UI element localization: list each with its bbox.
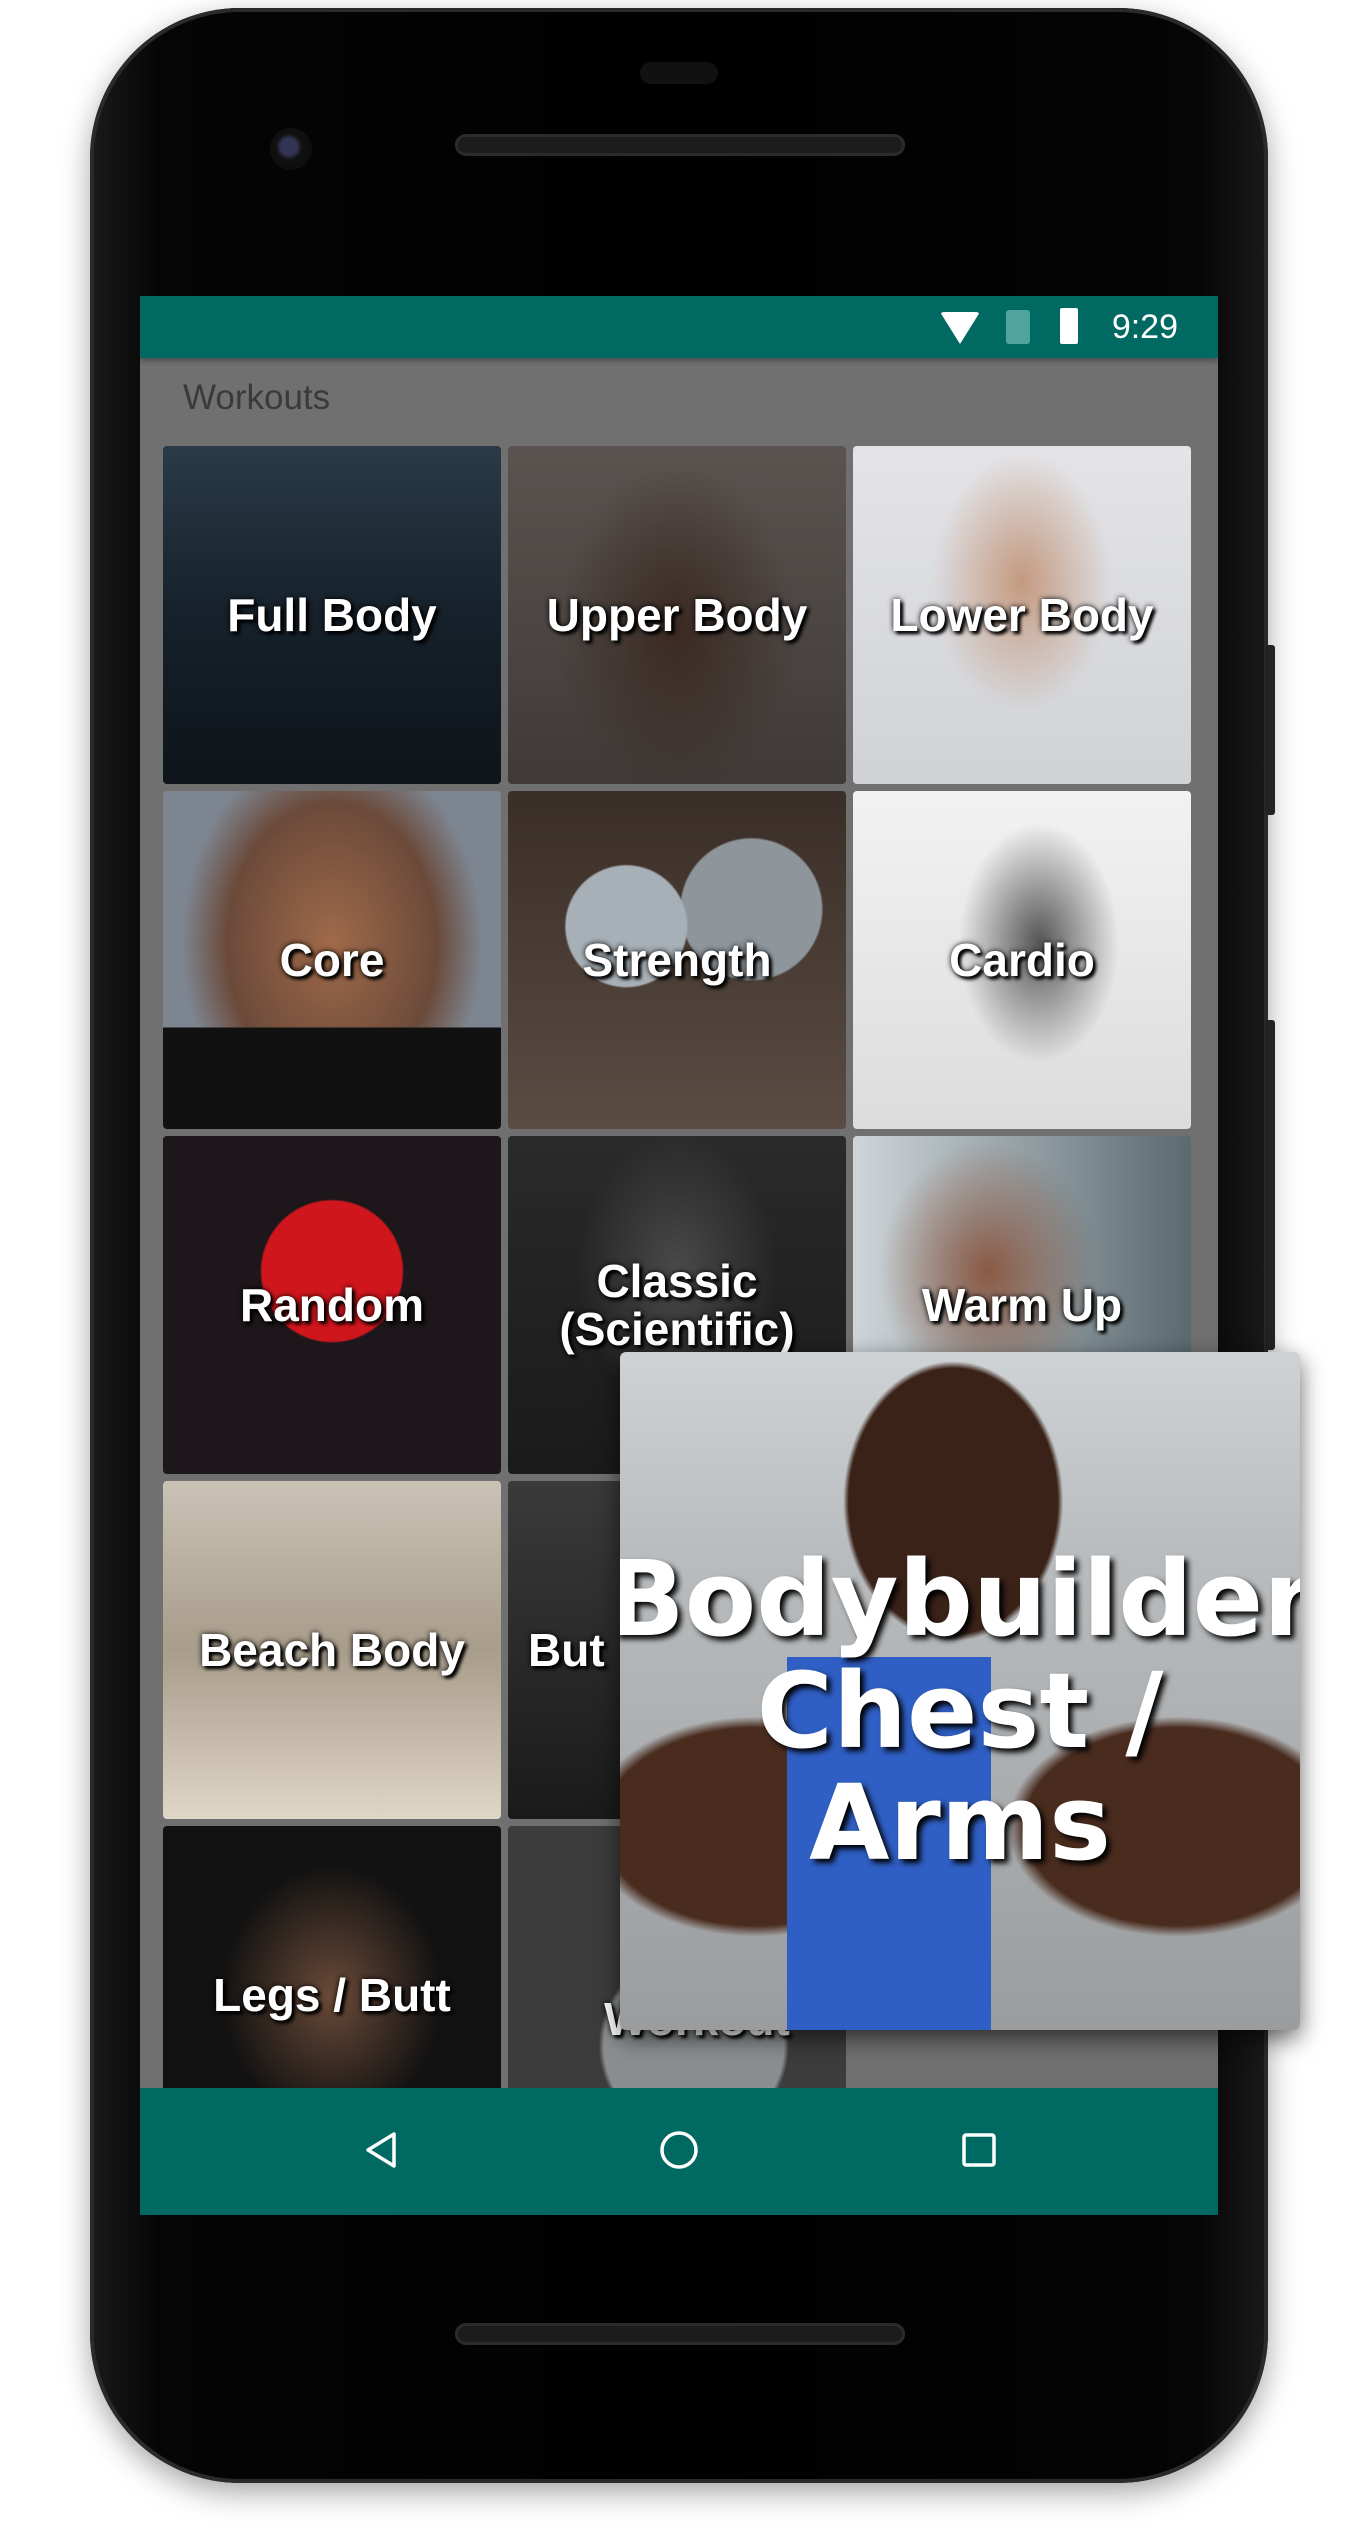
recents-icon[interactable] [957, 2128, 1001, 2172]
tile-label: Full Body [227, 589, 437, 641]
bottom-speaker [455, 2323, 905, 2345]
back-icon[interactable] [360, 2128, 404, 2172]
tile-label: Strength [582, 934, 772, 986]
tile-label: Cardio [949, 934, 1095, 986]
tile-core[interactable]: Core [163, 791, 501, 1129]
clock: 9:29 [1111, 308, 1178, 346]
tile-label: Classic (Scientific) [559, 1255, 795, 1355]
tile-cardio[interactable]: Cardio [853, 791, 1191, 1129]
navigation-bar [140, 2088, 1218, 2215]
front-camera [270, 128, 312, 170]
no-sim-icon [1006, 310, 1030, 344]
featured-workout-card[interactable]: Bodybuilder Chest / Arms [620, 1352, 1300, 2030]
wifi-icon [940, 312, 980, 344]
tile-label: But [528, 1624, 605, 1676]
tile-label: Legs / Butt [213, 1969, 451, 2021]
top-speaker [455, 134, 905, 156]
proximity-sensor [640, 62, 718, 84]
tile-full-body[interactable]: Full Body [163, 446, 501, 784]
tile-label: Warm Up [921, 1279, 1123, 1331]
tile-upper-body[interactable]: Upper Body [508, 446, 846, 784]
power-button [1265, 1020, 1275, 1350]
volume-button [1265, 645, 1275, 815]
tile-strength[interactable]: Strength [508, 791, 846, 1129]
tile-lower-body[interactable]: Lower Body [853, 446, 1191, 784]
featured-workout-label: Bodybuilder Chest / Arms [620, 1538, 1300, 1884]
tile-label: Upper Body [546, 589, 808, 641]
tile-beach-body[interactable]: Beach Body [163, 1481, 501, 1819]
tile-label: Random [240, 1279, 424, 1331]
tile-label: Beach Body [199, 1624, 465, 1676]
tile-label: Core [279, 934, 385, 986]
battery-icon [1060, 308, 1078, 344]
home-icon[interactable] [657, 2128, 701, 2172]
tile-label: Lower Body [890, 589, 1154, 641]
tile-random[interactable]: Random [163, 1136, 501, 1474]
page-title: Workouts [183, 378, 331, 417]
status-bar: 9:29 [140, 296, 1218, 358]
